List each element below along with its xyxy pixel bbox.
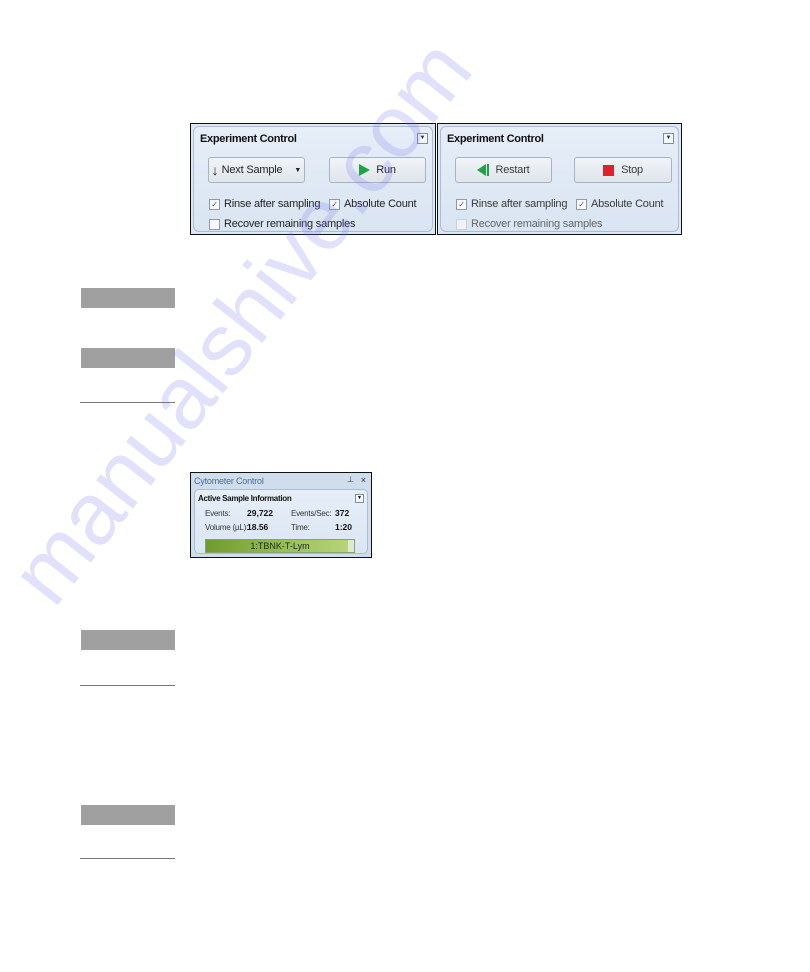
divider xyxy=(80,858,175,859)
checkbox-label: Recover remaining samples xyxy=(471,218,603,230)
panel-title: Experiment Control xyxy=(200,133,297,145)
time-label: Time: xyxy=(291,523,310,532)
close-icon[interactable]: × xyxy=(361,475,366,485)
note-marker xyxy=(81,630,175,650)
checkbox-checked-icon[interactable]: ✓ xyxy=(209,198,220,210)
time-value: 1:20 xyxy=(335,522,353,532)
sample-progress-bar: 1:TBNK-T-Lym xyxy=(205,539,355,553)
progress-label: 1:TBNK-T-Lym xyxy=(250,541,310,551)
cytometer-control-panel: Cytometer Control ⊥ × Active Sample Info… xyxy=(190,472,372,558)
checkbox-checked-icon[interactable]: ✓ xyxy=(329,198,340,210)
stop-button[interactable]: Stop xyxy=(574,157,672,183)
restart-icon xyxy=(477,164,490,176)
panel-body: Experiment Control ▼ Restart Stop ✓ Rins… xyxy=(440,126,679,232)
volume-value: 18.56 xyxy=(247,522,269,532)
checkbox-label: Absolute Count xyxy=(591,198,664,210)
run-button[interactable]: Run xyxy=(329,157,426,183)
rinse-after-sampling-checkbox[interactable]: ✓ Rinse after sampling xyxy=(456,198,567,210)
events-value: 29,722 xyxy=(247,508,273,518)
checkbox-label: Rinse after sampling xyxy=(224,198,321,210)
note-marker xyxy=(81,288,175,308)
panel-body: Experiment Control ▼ ↓ Next Sample ▼ Run… xyxy=(193,126,433,232)
restart-label: Restart xyxy=(495,164,530,176)
stop-label: Stop xyxy=(621,164,643,176)
volume-label: Volume (µL): xyxy=(205,523,249,532)
next-sample-button[interactable]: ↓ Next Sample ▼ xyxy=(208,157,305,183)
play-icon xyxy=(359,164,371,176)
checkbox-label: Rinse after sampling xyxy=(471,198,568,210)
section-title: Active Sample Information xyxy=(198,494,292,503)
active-sample-section: Active Sample Information ▼ Events: 29,7… xyxy=(194,489,368,554)
dropdown-caret-icon[interactable]: ▼ xyxy=(294,167,301,174)
down-arrow-icon: ↓ xyxy=(211,162,219,178)
rinse-after-sampling-checkbox[interactable]: ✓ Rinse after sampling xyxy=(209,198,320,210)
checkbox-unchecked-icon[interactable] xyxy=(209,218,220,230)
recover-remaining-samples-checkbox[interactable]: Recover remaining samples xyxy=(456,218,603,230)
experiment-control-panel-running: Experiment Control ▼ Restart Stop ✓ Rins… xyxy=(437,123,682,235)
experiment-control-panel-idle: Experiment Control ▼ ↓ Next Sample ▼ Run… xyxy=(190,123,436,235)
absolute-count-checkbox[interactable]: ✓ Absolute Count xyxy=(329,198,417,210)
run-label: Run xyxy=(376,164,396,176)
checkbox-checked-icon[interactable]: ✓ xyxy=(456,198,467,210)
chevron-down-icon[interactable]: ▼ xyxy=(417,133,428,144)
checkbox-unchecked-icon[interactable] xyxy=(456,218,467,230)
restart-button[interactable]: Restart xyxy=(455,157,552,183)
checkbox-checked-icon[interactable]: ✓ xyxy=(576,198,587,210)
panel-title: Cytometer Control xyxy=(194,476,264,486)
chevron-down-icon[interactable]: ▼ xyxy=(355,494,364,503)
events-per-sec-label: Events/Sec: xyxy=(291,509,332,518)
note-marker xyxy=(81,805,175,825)
note-marker xyxy=(81,348,175,368)
stop-icon xyxy=(603,164,615,176)
divider xyxy=(80,402,175,403)
events-per-sec-value: 372 xyxy=(335,508,350,518)
events-label: Events: xyxy=(205,509,231,518)
checkbox-label: Absolute Count xyxy=(344,198,417,210)
checkbox-label: Recover remaining samples xyxy=(224,218,356,230)
panel-title: Experiment Control xyxy=(447,133,544,145)
absolute-count-checkbox[interactable]: ✓ Absolute Count xyxy=(576,198,664,210)
divider xyxy=(80,685,175,686)
recover-remaining-samples-checkbox[interactable]: Recover remaining samples xyxy=(209,218,356,230)
chevron-down-icon[interactable]: ▼ xyxy=(663,133,674,144)
next-sample-label: Next Sample xyxy=(221,164,283,176)
pin-icon[interactable]: ⊥ xyxy=(347,475,354,484)
